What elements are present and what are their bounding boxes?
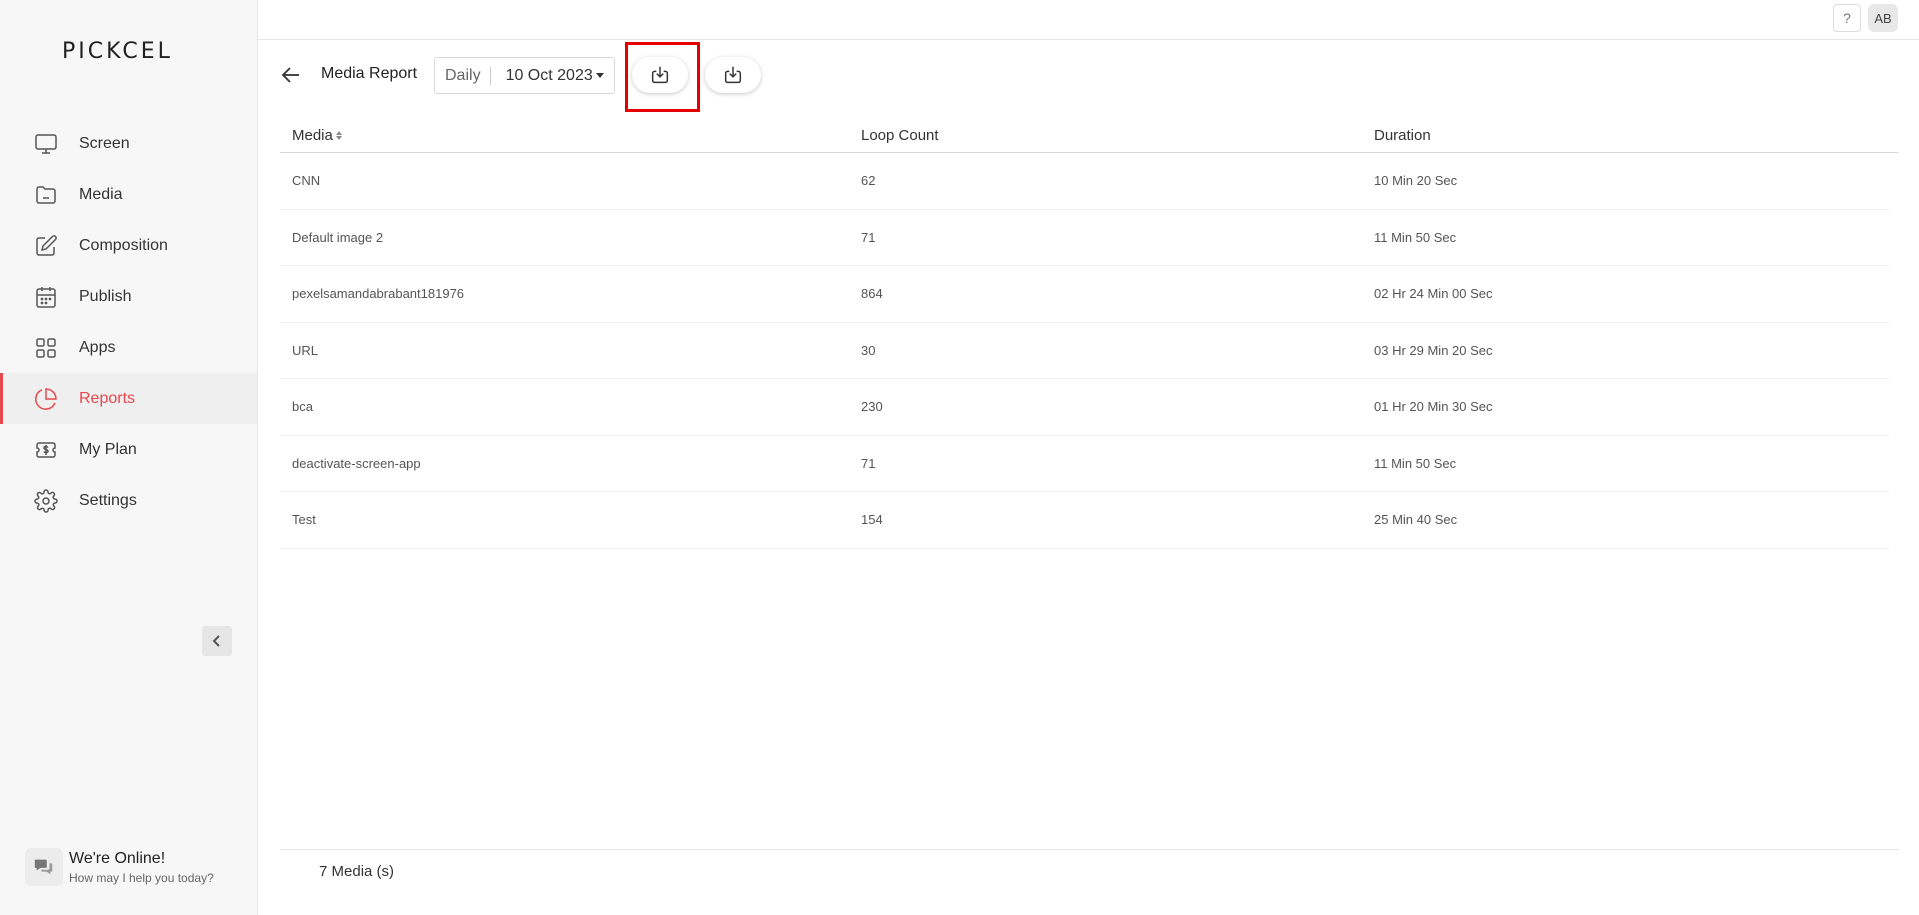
cell-duration: 02 Hr 24 Min 00 Sec	[1374, 286, 1493, 302]
cell-loop-count: 62	[861, 173, 876, 189]
sidebar-item-label: Media	[79, 185, 123, 203]
sidebar-item-apps[interactable]: Apps	[0, 322, 257, 373]
sidebar-item-label: Apps	[79, 338, 116, 356]
caret-down-icon	[596, 73, 604, 78]
chat-title: We're Online!	[69, 849, 166, 867]
cell-duration: 11 Min 50 Sec	[1374, 455, 1457, 471]
sidebar-item-my-plan[interactable]: My Plan	[0, 424, 257, 475]
sidebar: PICKCEL Screen Media Composition Publish	[0, 0, 258, 915]
monitor-icon	[33, 131, 59, 157]
table-header: Media Loop Count Duration	[280, 118, 1899, 153]
table-row[interactable]: bca 230 01 Hr 20 Min 30 Sec	[280, 379, 1889, 436]
download-icon	[724, 66, 742, 84]
sidebar-item-label: Settings	[79, 491, 137, 509]
column-header-media[interactable]: Media	[280, 127, 861, 144]
download-report-button[interactable]	[632, 57, 688, 93]
period-date: 10 Oct 2023	[505, 66, 593, 84]
sort-icon[interactable]	[335, 130, 342, 140]
cell-duration: 01 Hr 20 Min 30 Sec	[1374, 399, 1493, 415]
sidebar-item-label: My Plan	[79, 440, 137, 458]
cell-duration: 10 Min 20 Sec	[1374, 173, 1458, 189]
table-row[interactable]: Default image 2 71 11 Min 50 Sec	[280, 210, 1889, 266]
collapse-sidebar-button[interactable]	[202, 626, 232, 656]
chat-widget[interactable]: We're Online! How may I help you today?	[25, 848, 214, 886]
download-icon	[651, 66, 669, 84]
cell-loop-count: 71	[861, 229, 876, 245]
dollar-ticket-icon	[33, 437, 59, 463]
sidebar-item-publish[interactable]: Publish	[0, 271, 257, 322]
table-row[interactable]: Test 154 25 Min 40 Sec	[280, 492, 1889, 549]
table-row[interactable]: deactivate-screen-app 71 11 Min 50 Sec	[280, 436, 1889, 492]
chevron-left-icon	[212, 635, 220, 647]
table-footer: 7 Media (s)	[280, 849, 1899, 889]
gear-icon	[33, 488, 59, 514]
table-row[interactable]: pexelsamandabrabant181976 864 02 Hr 24 M…	[280, 266, 1889, 323]
cell-media: URL	[292, 342, 319, 358]
arrow-left-icon	[281, 67, 299, 83]
sidebar-item-screen[interactable]: Screen	[0, 118, 257, 169]
cell-duration: 11 Min 50 Sec	[1374, 229, 1457, 245]
folder-icon	[33, 182, 59, 208]
period-date-select[interactable]: Daily 10 Oct 2023	[434, 57, 615, 94]
sidebar-item-label: Reports	[79, 389, 136, 407]
calendar-icon	[33, 284, 59, 310]
sidebar-item-label: Composition	[79, 236, 168, 254]
edit-icon	[33, 233, 59, 259]
sidebar-item-reports[interactable]: Reports	[0, 373, 257, 424]
period-type: Daily	[435, 66, 491, 85]
sidebar-item-label: Publish	[79, 287, 132, 305]
column-header-loop-count: Loop Count	[861, 126, 939, 144]
media-count: 7 Media (s)	[319, 863, 395, 880]
chat-bubbles-icon	[25, 848, 63, 886]
cell-media: bca	[292, 399, 313, 415]
cell-loop-count: 154	[861, 512, 883, 528]
pie-chart-icon	[33, 386, 59, 412]
chat-subtitle: How may I help you today?	[69, 870, 214, 885]
cell-loop-count: 30	[861, 342, 876, 358]
cell-loop-count: 864	[861, 286, 883, 302]
sidebar-item-label: Screen	[79, 134, 130, 152]
pickcel-logo[interactable]: PICKCEL	[62, 36, 198, 64]
cell-media: pexelsamandabrabant181976	[292, 286, 465, 302]
svg-text:PICKCEL: PICKCEL	[62, 39, 173, 64]
back-button[interactable]	[280, 64, 302, 86]
cell-loop-count: 230	[861, 399, 883, 415]
sidebar-item-media[interactable]: Media	[0, 169, 257, 220]
download-alt-button[interactable]	[705, 57, 761, 93]
cell-media: deactivate-screen-app	[292, 455, 421, 471]
top-bar: ? AB	[258, 0, 1919, 40]
help-button[interactable]: ?	[1833, 4, 1861, 32]
page-title: Media Report	[321, 65, 418, 82]
grid-icon	[33, 335, 59, 361]
avatar[interactable]: AB	[1868, 4, 1898, 32]
media-report-table: Media Loop Count Duration CNN 62 10 Min …	[280, 118, 1899, 549]
cell-loop-count: 71	[861, 455, 876, 471]
cell-media: Default image 2	[292, 229, 384, 245]
table-row[interactable]: URL 30 03 Hr 29 Min 20 Sec	[280, 323, 1889, 379]
cell-media: Test	[292, 512, 316, 528]
cell-media: CNN	[292, 173, 321, 189]
table-row[interactable]: CNN 62 10 Min 20 Sec	[280, 153, 1889, 210]
column-header-duration: Duration	[1374, 126, 1431, 144]
cell-duration: 25 Min 40 Sec	[1374, 512, 1458, 528]
sidebar-item-composition[interactable]: Composition	[0, 220, 257, 271]
sidebar-item-settings[interactable]: Settings	[0, 475, 257, 526]
sidebar-nav: Screen Media Composition Publish Apps Re…	[0, 118, 257, 526]
cell-duration: 03 Hr 29 Min 20 Sec	[1374, 342, 1493, 358]
